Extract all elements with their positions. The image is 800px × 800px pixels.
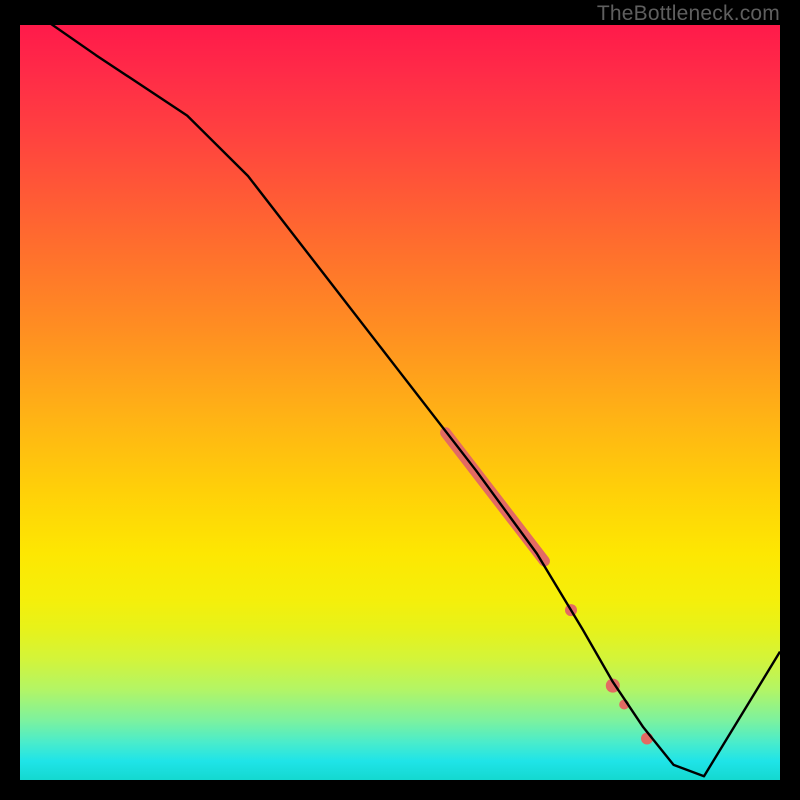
- chart-overlay: [0, 0, 800, 800]
- curve-layer: [20, 2, 780, 776]
- bottleneck-curve: [20, 2, 780, 776]
- chart-frame: TheBottleneck.com: [0, 0, 800, 800]
- highlight-layer: [446, 433, 653, 745]
